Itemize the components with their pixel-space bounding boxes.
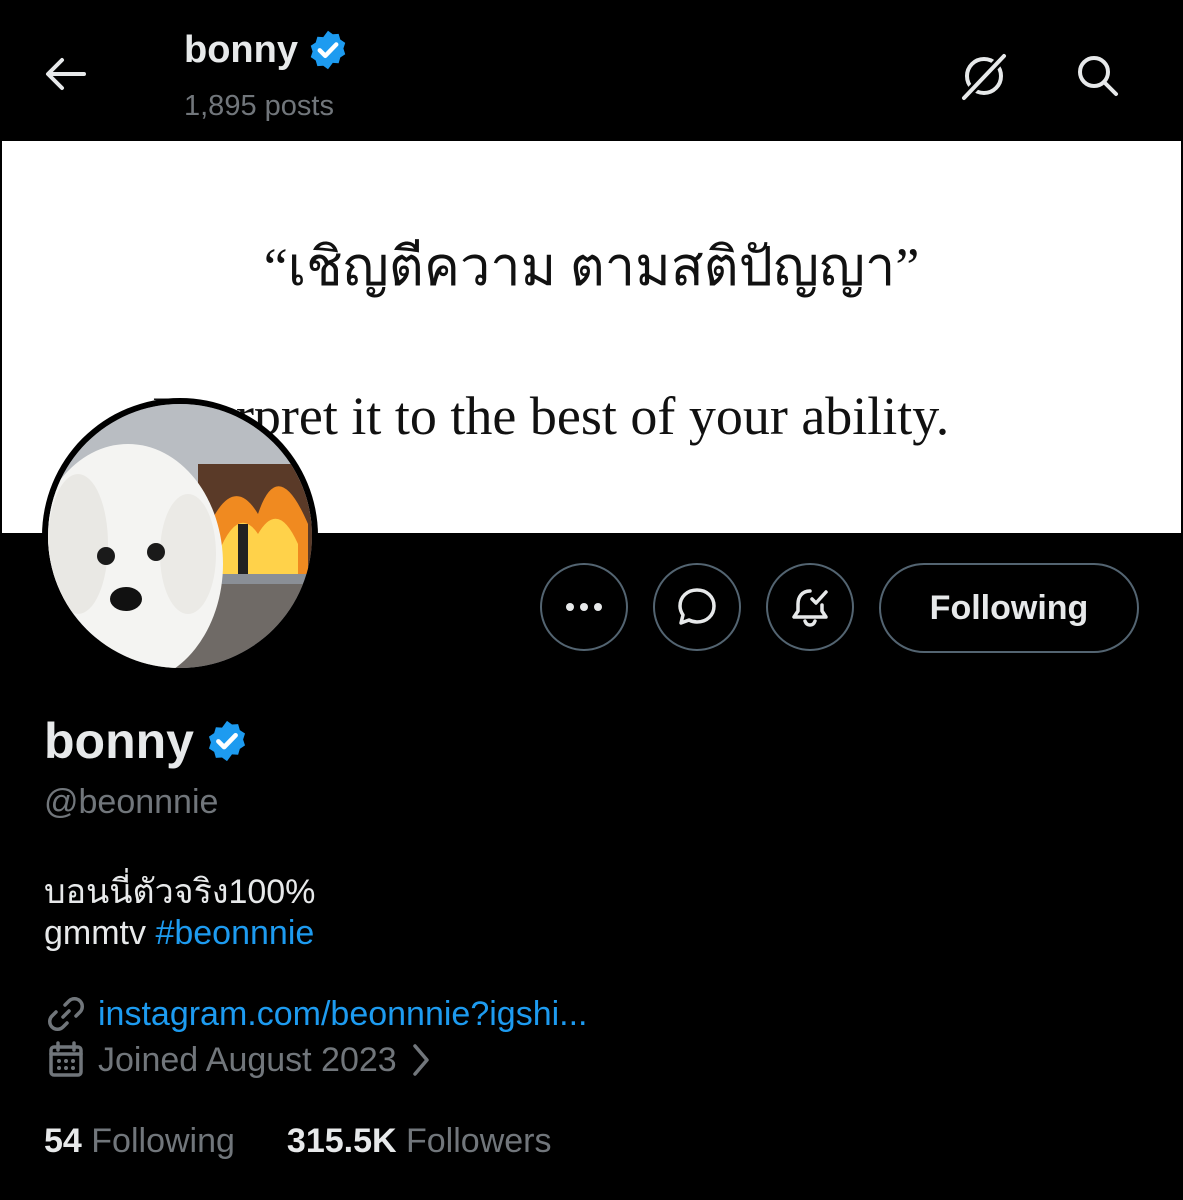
user-handle: @beonnnie — [44, 783, 219, 821]
header-title: bonny — [184, 28, 350, 72]
back-button[interactable] — [40, 48, 92, 100]
bio-line-2: gmmtv #beonnnie — [44, 914, 314, 953]
following-count: 54 — [44, 1122, 82, 1160]
verified-badge-icon[interactable] — [204, 718, 250, 764]
joined-date: Joined August 2023 — [98, 1040, 397, 1079]
top-bar: bonny 1,895 posts — [0, 0, 1183, 141]
search-icon — [1078, 56, 1118, 96]
website-row: instagram.com/beonnnie?igshi... — [46, 994, 588, 1034]
notifications-button[interactable] — [766, 563, 854, 651]
more-options-button[interactable] — [540, 563, 628, 651]
following-stat[interactable]: 54 Following — [44, 1122, 235, 1161]
followers-count: 315.5K — [286, 1122, 397, 1160]
message-button[interactable] — [653, 563, 741, 651]
followers-stat-label: Followers — [406, 1122, 552, 1160]
display-name: bonny — [44, 713, 194, 769]
bio-hashtag-link[interactable]: #beonnnie — [155, 914, 314, 952]
website-link[interactable]: instagram.com/beonnnie?igshi... — [98, 995, 588, 1034]
follow-stats: 54 Following 315.5K Followers — [44, 1122, 551, 1161]
search-button[interactable] — [1072, 50, 1124, 102]
bio-text: gmmtv — [44, 914, 156, 952]
joined-date-row[interactable]: Joined August 2023 — [46, 1040, 433, 1080]
verified-badge-icon — [310, 30, 346, 70]
calendar-icon — [49, 1041, 83, 1077]
bio-line-1: บอนนี่ตัวจริง100% — [44, 873, 316, 911]
grok-button[interactable] — [958, 50, 1010, 102]
following-button[interactable]: Following — [879, 563, 1139, 653]
header-name: bonny — [184, 28, 298, 71]
bell-check-icon — [792, 589, 828, 627]
avatar[interactable] — [42, 398, 318, 674]
link-icon — [48, 997, 84, 1031]
chevron-right-icon — [412, 1044, 429, 1076]
following-stat-label: Following — [91, 1122, 235, 1160]
avatar-image — [48, 404, 312, 668]
grok-icon — [960, 52, 1008, 102]
banner-thai-quote: “เชิญตีความ ตามสติปัญญา” — [263, 237, 920, 297]
arrow-left-icon — [46, 58, 86, 90]
message-bubble-icon — [678, 588, 716, 625]
followers-stat[interactable]: 315.5K Followers — [287, 1122, 552, 1161]
profile-name-row: bonny — [44, 712, 250, 770]
post-count: 1,895 posts — [184, 90, 334, 122]
more-dots-icon — [566, 603, 602, 611]
